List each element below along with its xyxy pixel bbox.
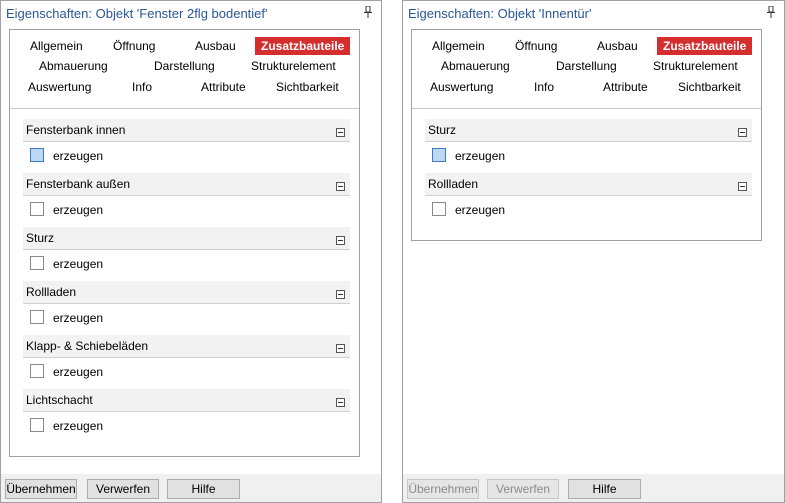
- section-title: Sturz: [26, 231, 55, 245]
- collapse-icon[interactable]: [336, 236, 345, 245]
- collapse-icon[interactable]: [336, 290, 345, 299]
- panel-title: Eigenschaften: Objekt 'Innentür': [408, 6, 592, 21]
- section-title: Rollladen: [26, 285, 77, 299]
- tab-strukturelement[interactable]: Strukturelement: [653, 57, 738, 75]
- tab-zusatzbauteile[interactable]: Zusatzbauteile: [657, 37, 753, 55]
- section-header-rollladen[interactable]: Rollladen: [425, 173, 752, 196]
- section-header-rollladen[interactable]: Rollladen: [23, 281, 350, 304]
- collapse-icon[interactable]: [336, 182, 345, 191]
- collapse-icon[interactable]: [336, 344, 345, 353]
- tab-oeffnung[interactable]: Öffnung: [113, 37, 155, 55]
- help-button[interactable]: Hilfe: [568, 479, 641, 499]
- section-title: Fensterbank außen: [26, 177, 131, 191]
- tab-ausbau[interactable]: Ausbau: [597, 37, 638, 55]
- button-bar: Übernehmen Verwerfen Hilfe: [403, 474, 784, 502]
- properties-panel-window: Eigenschaften: Objekt 'Fenster 2flg bode…: [0, 0, 382, 503]
- collapse-icon[interactable]: [336, 398, 345, 407]
- checkbox-label: erzeugen: [53, 149, 104, 163]
- erzeugen-checkbox[interactable]: [432, 202, 446, 216]
- tab-container: Allgemein Öffnung Ausbau Zusatzbauteile …: [411, 29, 762, 241]
- tab-abmauerung[interactable]: Abmauerung: [39, 57, 108, 75]
- checkbox-label: erzeugen: [53, 203, 104, 217]
- tab-attribute[interactable]: Attribute: [603, 78, 648, 96]
- checkbox-label: erzeugen: [53, 311, 104, 325]
- section-title: Sturz: [428, 123, 457, 137]
- section-header-lichtschacht[interactable]: Lichtschacht: [23, 389, 350, 412]
- collapse-icon[interactable]: [738, 128, 747, 137]
- tab-container: Allgemein Öffnung Ausbau Zusatzbauteile …: [9, 29, 360, 457]
- tab-strip: Allgemein Öffnung Ausbau Zusatzbauteile …: [10, 30, 359, 109]
- erzeugen-checkbox[interactable]: [30, 310, 44, 324]
- button-bar: Übernehmen Verwerfen Hilfe: [1, 474, 381, 502]
- tab-auswertung[interactable]: Auswertung: [28, 78, 91, 96]
- tab-attribute[interactable]: Attribute: [201, 78, 246, 96]
- section-title: Rollladen: [428, 177, 479, 191]
- tab-allgemein[interactable]: Allgemein: [30, 37, 83, 55]
- section-header-sturz[interactable]: Sturz: [23, 227, 350, 250]
- discard-button[interactable]: Verwerfen: [87, 479, 159, 499]
- section-header-fensterbank-innen[interactable]: Fensterbank innen: [23, 119, 350, 142]
- erzeugen-checkbox[interactable]: [30, 148, 44, 162]
- tab-abmauerung[interactable]: Abmauerung: [441, 57, 510, 75]
- erzeugen-checkbox[interactable]: [30, 202, 44, 216]
- checkbox-label: erzeugen: [53, 365, 104, 379]
- checkbox-label: erzeugen: [53, 257, 104, 271]
- panel-title: Eigenschaften: Objekt 'Fenster 2flg bode…: [6, 6, 268, 21]
- apply-button[interactable]: Übernehmen: [407, 479, 479, 499]
- pin-icon[interactable]: [766, 6, 776, 18]
- tab-allgemein[interactable]: Allgemein: [432, 37, 485, 55]
- tab-darstellung[interactable]: Darstellung: [154, 57, 215, 75]
- tab-strukturelement[interactable]: Strukturelement: [251, 57, 336, 75]
- tab-strip: Allgemein Öffnung Ausbau Zusatzbauteile …: [412, 30, 761, 109]
- section-title: Klapp- & Schiebeläden: [26, 339, 149, 353]
- properties-panel-window: Eigenschaften: Objekt 'Innentür' Allgeme…: [402, 0, 785, 503]
- pin-icon[interactable]: [363, 6, 373, 18]
- erzeugen-checkbox[interactable]: [30, 364, 44, 378]
- collapse-icon[interactable]: [738, 182, 747, 191]
- tab-darstellung[interactable]: Darstellung: [556, 57, 617, 75]
- tab-oeffnung[interactable]: Öffnung: [515, 37, 557, 55]
- tab-info[interactable]: Info: [534, 78, 554, 96]
- checkbox-label: erzeugen: [455, 149, 506, 163]
- erzeugen-checkbox[interactable]: [432, 148, 446, 162]
- tab-auswertung[interactable]: Auswertung: [430, 78, 493, 96]
- tab-ausbau[interactable]: Ausbau: [195, 37, 236, 55]
- erzeugen-checkbox[interactable]: [30, 418, 44, 432]
- discard-button[interactable]: Verwerfen: [487, 479, 559, 499]
- erzeugen-checkbox[interactable]: [30, 256, 44, 270]
- section-title: Fensterbank innen: [26, 123, 126, 137]
- collapse-icon[interactable]: [336, 128, 345, 137]
- tab-zusatzbauteile[interactable]: Zusatzbauteile: [255, 37, 351, 55]
- section-header-klapp-schiebelaeden[interactable]: Klapp- & Schiebeläden: [23, 335, 350, 358]
- tab-info[interactable]: Info: [132, 78, 152, 96]
- section-title: Lichtschacht: [26, 393, 93, 407]
- section-header-fensterbank-aussen[interactable]: Fensterbank außen: [23, 173, 350, 196]
- tab-sichtbarkeit[interactable]: Sichtbarkeit: [678, 78, 741, 96]
- help-button[interactable]: Hilfe: [167, 479, 240, 499]
- checkbox-label: erzeugen: [455, 203, 506, 217]
- apply-button[interactable]: Übernehmen: [5, 479, 77, 499]
- checkbox-label: erzeugen: [53, 419, 104, 433]
- section-header-sturz[interactable]: Sturz: [425, 119, 752, 142]
- tab-sichtbarkeit[interactable]: Sichtbarkeit: [276, 78, 339, 96]
